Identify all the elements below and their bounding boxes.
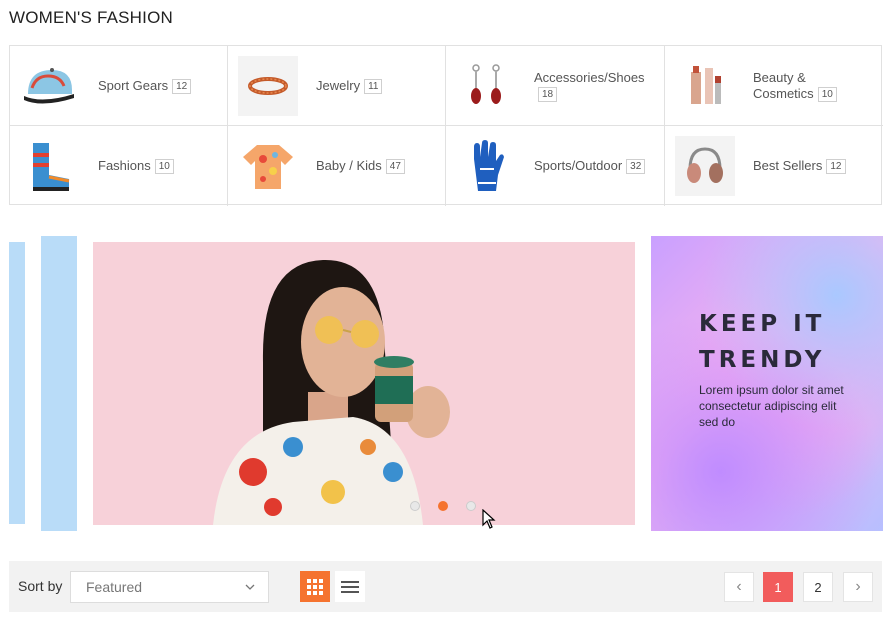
category-count: 12 <box>826 159 846 174</box>
mouse-cursor-icon <box>482 509 496 529</box>
chevron-down-icon <box>245 584 255 590</box>
category-label: Sport Gears <box>98 77 169 93</box>
carousel-dot-active[interactable] <box>438 501 448 511</box>
slide-promo-banner[interactable]: KEEP IT TRENDY Lorem ipsum dolor sit ame… <box>651 236 883 531</box>
promo-text: Lorem ipsum dolor sit amet consectetur a… <box>699 383 844 429</box>
promo-title-line: KEEP IT <box>699 311 826 337</box>
carousel-dot[interactable] <box>466 501 476 511</box>
shirt-icon <box>238 136 298 196</box>
category-label: Fashions <box>98 158 151 173</box>
lipstick-icon <box>675 56 735 116</box>
earrings-icon <box>456 56 516 116</box>
category-jewelry[interactable]: Jewelry 11 <box>228 46 446 126</box>
category-count: 12 <box>172 78 192 94</box>
pagination-page-2[interactable]: 2 <box>803 572 833 602</box>
sort-label: Sort by <box>18 578 63 594</box>
banner-carousel[interactable]: KEEP IT TRENDY Lorem ipsum dolor sit ame… <box>0 236 890 532</box>
category-baby-kids[interactable]: Baby / Kids 47 <box>228 126 446 206</box>
category-count: 47 <box>385 159 405 174</box>
category-best-sellers[interactable]: Best Sellers 12 <box>665 126 883 206</box>
pagination-page-1[interactable]: 1 <box>763 572 793 602</box>
category-fashions[interactable]: Fashions 10 <box>10 126 228 206</box>
category-sports-outdoor[interactable]: Sports/Outdoor 32 <box>446 126 665 206</box>
sort-selected-value: Featured <box>86 579 143 595</box>
category-beauty-cosmetics[interactable]: Beauty & Cosmetics 10 <box>665 46 883 126</box>
slide-main-banner[interactable] <box>93 242 635 525</box>
list-view-button[interactable] <box>335 571 365 602</box>
chevron-left-icon: ‹ <box>736 578 742 595</box>
chevron-right-icon: › <box>855 578 861 595</box>
grid-icon <box>307 578 323 595</box>
category-label: Beauty & Cosmetics <box>753 69 814 101</box>
boots-icon <box>20 136 80 196</box>
category-grid: Sport Gears 12 Jewelry 11 Accessories/Shoe… <box>9 45 883 206</box>
category-accessories-shoes[interactable]: Accessories/Shoes18 <box>446 46 665 126</box>
promo-title: KEEP IT TRENDY <box>699 306 825 378</box>
category-label: Baby / Kids <box>316 158 382 173</box>
category-count: 10 <box>154 159 174 174</box>
previous-slide-edge[interactable] <box>41 236 77 531</box>
glove-icon <box>456 136 516 196</box>
page-title: WOMEN'S FASHION <box>9 8 173 27</box>
category-label: Sports/Outdoor <box>534 158 623 173</box>
grid-view-button[interactable] <box>300 571 330 602</box>
category-count: 18 <box>538 86 558 102</box>
promo-title-line: TRENDY <box>699 347 826 373</box>
category-label: Jewelry <box>316 77 361 93</box>
carousel-dots <box>410 501 476 511</box>
headphones-icon <box>675 136 735 196</box>
list-icon <box>341 580 359 593</box>
cap-icon <box>20 56 80 116</box>
sort-dropdown[interactable]: Featured <box>70 571 269 603</box>
previous-slide-edge[interactable] <box>9 242 25 524</box>
carousel-dot[interactable] <box>410 501 420 511</box>
pagination-next-button[interactable]: › <box>843 572 873 602</box>
pagination-prev-button[interactable]: ‹ <box>724 572 754 602</box>
category-count: 10 <box>817 86 837 102</box>
category-count: 32 <box>626 159 646 174</box>
category-label: Accessories/Shoes <box>534 69 645 85</box>
model-image <box>213 259 450 525</box>
listing-toolbar: Sort by Featured ‹ 1 2 › <box>9 561 882 612</box>
bracelet-icon <box>238 55 298 116</box>
category-sport-gears[interactable]: Sport Gears 12 <box>10 46 228 126</box>
category-label: Best Sellers <box>753 158 823 173</box>
category-count: 11 <box>364 78 383 94</box>
